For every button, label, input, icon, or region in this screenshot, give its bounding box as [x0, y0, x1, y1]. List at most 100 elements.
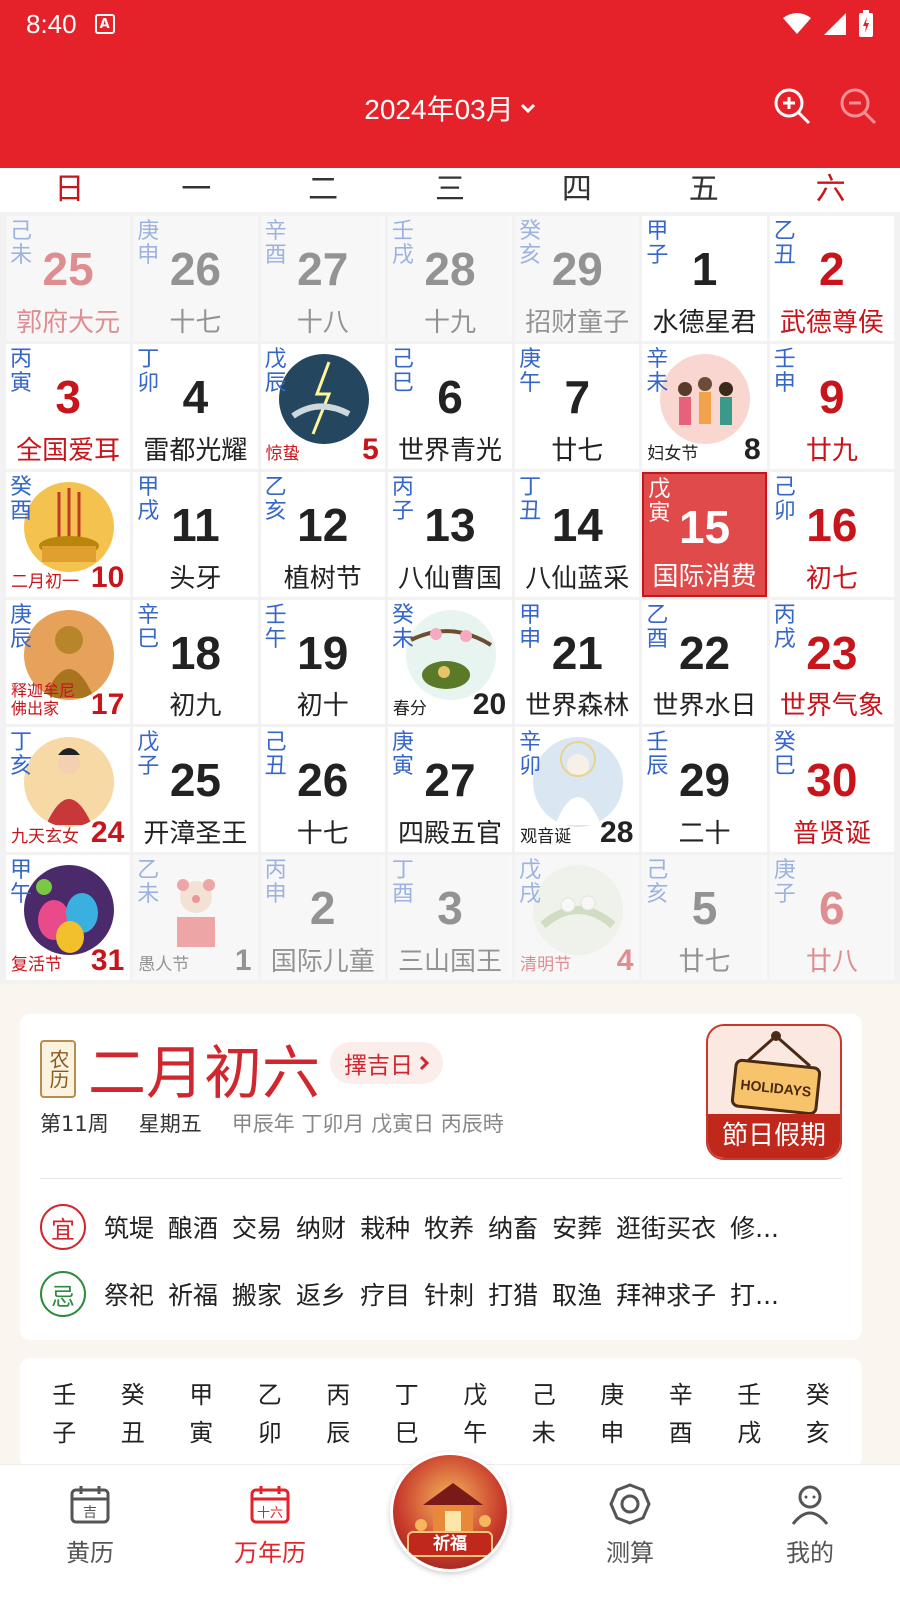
- calendar-day[interactable]: 己丑 26 十七: [260, 727, 385, 853]
- calendar-day[interactable]: 丁酉 3 三山国王: [387, 855, 513, 980]
- yi-row[interactable]: 宜 筑堤 酿酒 交易 纳财 栽种 牧养 纳畜 安葬 逛街买衣 修...: [40, 1201, 842, 1253]
- calendar-day[interactable]: 壬戌 28 十九: [387, 216, 513, 341]
- calendar-day[interactable]: 甲戌 11 头牙: [133, 471, 258, 597]
- calendar-day[interactable]: 壬辰 29 二十: [642, 727, 767, 853]
- calendar-day[interactable]: 癸巳 30 普贤诞: [769, 727, 894, 853]
- day-festival-label: 愚人节: [138, 955, 190, 975]
- calendar-day[interactable]: 己亥 5 廿七: [642, 855, 767, 980]
- status-icons: [782, 10, 874, 38]
- zoom-out-icon[interactable]: [838, 86, 878, 126]
- ganzhi-column[interactable]: 辛酉: [647, 1376, 716, 1468]
- calendar-day[interactable]: 己巳 6 世界青光: [387, 343, 513, 469]
- day-number: 22: [678, 626, 731, 679]
- day-lunar-label: 开漳圣王: [143, 819, 248, 850]
- day-lunar-label: 八仙蓝采: [525, 563, 630, 594]
- calendar-day[interactable]: 庚子 6 廿八: [769, 855, 894, 980]
- battery-icon: [859, 10, 873, 37]
- ganzhi-column[interactable]: 乙卯: [236, 1376, 305, 1468]
- ganzhi-column[interactable]: 壬戌: [715, 1376, 784, 1468]
- day-ganzhi: 戊辰: [264, 346, 287, 396]
- calendar-day[interactable]: 辛卯 观音诞 28: [515, 727, 640, 853]
- ganzhi-column[interactable]: 癸亥: [784, 1376, 853, 1468]
- calendar-day-today[interactable]: 戊寅 15 国际消费: [642, 471, 767, 597]
- calendar-day[interactable]: 乙酉 22 世界水日: [642, 599, 767, 725]
- calendar-day[interactable]: 辛巳 18 初九: [133, 599, 258, 725]
- ganzhi-column[interactable]: 丙辰: [304, 1376, 373, 1468]
- calendar-day[interactable]: 庚申 26 十七: [133, 216, 258, 341]
- day-number: 6: [437, 370, 463, 423]
- ganzhi-char: 子: [52, 1419, 77, 1447]
- calendar-day[interactable]: 庚辰 释迦牟尼佛出家 17: [6, 599, 131, 725]
- tab-calendar[interactable]: 十六 万年历: [180, 1465, 360, 1600]
- spring-illustration-icon: [405, 609, 496, 700]
- ganzhi-column[interactable]: 甲寅: [167, 1376, 236, 1468]
- calendar-day[interactable]: 辛酉 27 十八: [260, 216, 385, 341]
- zeji-label: 擇吉日: [344, 1053, 413, 1079]
- calendar-day[interactable]: 丁亥 九天玄女 24: [6, 727, 131, 853]
- day-festival-label: 观音诞: [520, 827, 572, 848]
- tab-profile[interactable]: 我的: [720, 1465, 900, 1600]
- yiji-item: 纳畜: [488, 1214, 539, 1243]
- calendar-day[interactable]: 戊子 25 开漳圣王: [133, 727, 258, 853]
- day-lunar-label: 普贤诞: [792, 819, 871, 850]
- tab-almanac[interactable]: 吉 黄历: [0, 1465, 180, 1600]
- ganzhi-column[interactable]: 癸丑: [99, 1376, 168, 1468]
- calendar-day[interactable]: 癸未 春分 20: [387, 599, 513, 725]
- day-number: 7: [564, 370, 591, 423]
- zoom-in-icon[interactable]: [772, 86, 812, 126]
- calendar-day[interactable]: 庚午 7 廿七: [515, 343, 640, 469]
- day-number: 4: [616, 944, 634, 977]
- calendar-day[interactable]: 甲午 复活节 31: [6, 855, 131, 980]
- calendar-day[interactable]: 癸亥 29 招财童子: [515, 216, 640, 341]
- calendar-day[interactable]: 乙未 愚人节 1: [133, 855, 258, 980]
- day-number: 16: [806, 498, 858, 551]
- calendar-day[interactable]: 辛未 妇女节 8: [642, 343, 767, 469]
- calendar-day[interactable]: 丙子 13 八仙曹国: [387, 471, 513, 597]
- month-selector[interactable]: 2024年03月: [0, 88, 900, 128]
- day-number: 8: [744, 432, 761, 466]
- ganzhi-column[interactable]: 庚申: [578, 1376, 647, 1468]
- day-lunar-label: 三山国王: [397, 947, 502, 977]
- calendar-day[interactable]: 甲子 1 水德星君: [642, 216, 767, 341]
- calendar-day[interactable]: 己未 25 郭府大元: [6, 216, 131, 341]
- calendar-day[interactable]: 甲申 21 世界森林: [515, 599, 640, 725]
- ganzhi-char: 辛: [668, 1381, 693, 1409]
- calendar-day[interactable]: 戊辰 惊蛰 5: [260, 343, 385, 469]
- calendar-day[interactable]: 己卯 16 初七: [769, 471, 894, 597]
- calendar-day[interactable]: 癸酉 二月初一 10: [6, 471, 131, 597]
- tab-divination[interactable]: 测算: [540, 1465, 720, 1600]
- ganzhi-char: 午: [463, 1419, 488, 1447]
- calendar-day[interactable]: 乙亥 12 植树节: [260, 471, 385, 597]
- yiji-item: 栽种: [360, 1214, 411, 1243]
- lunar-date: 二月初六: [88, 1039, 321, 1107]
- calendar-day[interactable]: 丁卯 4 雷都光耀: [133, 343, 258, 469]
- ganzhi-char: 癸: [120, 1381, 145, 1409]
- calendar-day[interactable]: 乙丑 2 武德尊侯: [769, 216, 894, 341]
- tab-divination-label: 测算: [606, 1539, 654, 1567]
- calendar-day[interactable]: 丁丑 14 八仙蓝采: [515, 471, 640, 597]
- ganzhi-char: 庚: [600, 1381, 625, 1409]
- calendar-day[interactable]: 戊戌 清明节 4: [515, 855, 640, 980]
- day-number: 9: [819, 370, 845, 423]
- ji-row[interactable]: 忌 祭祀 祈福 搬家 返乡 疗目 针刺 打猎 取渔 拜神求子 打...: [40, 1268, 842, 1320]
- day-lunar-label: 头牙: [169, 563, 222, 594]
- calendar-icon: 十六: [250, 1486, 290, 1524]
- calendar-day[interactable]: 丙寅 3 全国爱耳: [6, 343, 131, 469]
- holidays-button[interactable]: HOLIDAYS 節日假期: [706, 1024, 842, 1160]
- ganzhi-column[interactable]: 壬子: [30, 1376, 99, 1468]
- calendar-day[interactable]: 庚寅 27 四殿五官: [387, 727, 513, 853]
- day-festival-label: 复活节: [11, 955, 62, 975]
- day-lunar-label: 十七: [296, 819, 349, 850]
- day-number: 1: [234, 944, 252, 977]
- tab-almanac-label: 黄历: [66, 1539, 114, 1567]
- top-app-bar: 8:40 A 2024年03月: [0, 0, 900, 168]
- zeji-button[interactable]: 擇吉日: [330, 1042, 443, 1084]
- ganzhi-char: 寅: [189, 1419, 214, 1447]
- calendar-day[interactable]: 丙申 2 国际儿童: [260, 855, 385, 980]
- ganzhi-char: 甲: [189, 1381, 214, 1409]
- calendar-day[interactable]: 壬午 19 初十: [260, 599, 385, 725]
- calendar-day[interactable]: 丙戌 23 世界气象: [769, 599, 894, 725]
- ganzhi-column[interactable]: 己未: [510, 1376, 579, 1468]
- calendar-day[interactable]: 壬申 9 廿九: [769, 343, 894, 469]
- qifu-button[interactable]: 祈福: [390, 1452, 510, 1572]
